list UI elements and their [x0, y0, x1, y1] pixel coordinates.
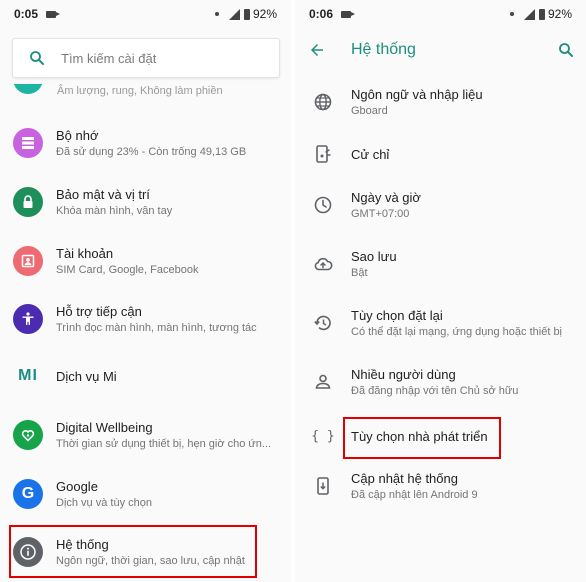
- settings-item-storage[interactable]: Bộ nhớ Đã sử dụng 23% - Còn trống 49,13 …: [0, 115, 291, 171]
- info-icon: [13, 537, 43, 567]
- settings-item-accounts[interactable]: Tài khoản SIM Card, Google, Facebook: [0, 233, 291, 289]
- settings-item-sub: Khóa màn hình, vân tay: [56, 205, 173, 217]
- system-item-developer-options[interactable]: { } Tùy chọn nhà phát triển: [295, 408, 586, 464]
- system-item-sub: Có thể đặt lại mạng, ứng dụng hoặc thiết…: [351, 326, 563, 338]
- google-icon: G: [13, 479, 43, 509]
- system-item-sub: Bật: [351, 267, 368, 279]
- back-arrow-icon[interactable]: [295, 41, 339, 59]
- system-item-gestures[interactable]: Cử chỉ: [295, 126, 586, 182]
- system-item-multiple-users[interactable]: Nhiều người dùng Đã đăng nhập với tên Ch…: [295, 354, 586, 410]
- search-icon[interactable]: [546, 41, 586, 59]
- cloud-upload-icon: [295, 254, 351, 274]
- system-item-language[interactable]: Ngôn ngữ và nhập liệu Gboard: [295, 74, 586, 130]
- system-item-backup[interactable]: Sao lưu Bật: [295, 236, 586, 292]
- sound-icon: [13, 84, 43, 94]
- settings-item-security[interactable]: Bảo mật và vị trí Khóa màn hình, vân tay: [0, 174, 291, 230]
- system-item-title: Ngày và giờ: [351, 190, 421, 205]
- system-item-title: Nhiều người dùng: [351, 367, 456, 382]
- system-item-sub: Gboard: [351, 105, 388, 117]
- settings-item-sub: Ngôn ngữ, thời gian, sao lưu, cập nhật: [56, 555, 245, 567]
- system-panel: 0:06 92% Hệ thống Ngôn ngữ và nhập liệu …: [295, 0, 586, 582]
- settings-item-title: Bộ nhớ: [56, 128, 99, 143]
- settings-item-sub: SIM Card, Google, Facebook: [56, 264, 199, 276]
- accessibility-icon: [13, 304, 43, 334]
- globe-icon: [295, 92, 351, 112]
- settings-item-sub: Dịch vụ và tùy chọn: [56, 497, 152, 509]
- settings-search-bar[interactable]: [12, 38, 280, 78]
- settings-item-digital-wellbeing[interactable]: Digital Wellbeing Thời gian sử dụng thiế…: [0, 407, 291, 463]
- page-title: Hệ thống: [351, 41, 416, 58]
- system-item-date-time[interactable]: Ngày và giờ GMT+07:00: [295, 177, 586, 233]
- system-item-sub: Đã cập nhật lên Android 9: [351, 489, 478, 501]
- account-icon: [13, 246, 43, 276]
- status-time: 0:06: [309, 7, 334, 21]
- search-icon: [13, 49, 61, 67]
- settings-item-title: Hỗ trợ tiếp cận: [56, 304, 142, 319]
- gesture-phone-icon: [295, 144, 351, 164]
- battery-icon: [243, 8, 250, 20]
- sound-item-partial[interactable]: Âm lượng, rung, Không làm phiền: [0, 84, 291, 100]
- wellbeing-icon: [13, 420, 43, 450]
- signal-icon: [228, 8, 240, 20]
- status-bar: 0:05 92%: [0, 0, 291, 28]
- search-input[interactable]: [61, 50, 261, 66]
- settings-item-sub: Trình đọc màn hình, màn hình, tương tác: [56, 322, 257, 334]
- person-icon: [295, 372, 351, 392]
- settings-item-title: Tài khoản: [56, 246, 114, 261]
- settings-item-sub: Thời gian sử dụng thiết bị, hẹn giờ cho …: [56, 438, 272, 450]
- settings-item-title: Bảo mật và vị trí: [56, 187, 150, 202]
- history-icon: [295, 313, 351, 333]
- battery-percent: 92%: [252, 7, 277, 21]
- video-record-icon: [341, 10, 356, 18]
- settings-item-mi-services[interactable]: MI Dịch vụ Mi: [0, 348, 291, 404]
- system-item-title: Ngôn ngữ và nhập liệu: [351, 87, 483, 102]
- clock-icon: [295, 195, 351, 215]
- system-item-title: Cập nhật hệ thống: [351, 471, 458, 486]
- system-item-sub: Đã đăng nhập với tên Chủ sở hữu: [351, 385, 519, 397]
- system-item-title: Tùy chọn nhà phát triển: [351, 428, 488, 444]
- settings-item-accessibility[interactable]: Hỗ trợ tiếp cận Trình đọc màn hình, màn …: [0, 291, 291, 347]
- settings-item-google[interactable]: G Google Dịch vụ và tùy chọn: [0, 466, 291, 522]
- braces-icon: { }: [311, 428, 335, 444]
- status-time: 0:05: [14, 7, 39, 21]
- battery-percent: 92%: [547, 7, 572, 21]
- settings-item-title: Dịch vụ Mi: [56, 368, 117, 384]
- system-item-system-update[interactable]: Cập nhật hệ thống Đã cập nhật lên Androi…: [295, 458, 586, 514]
- system-item-title: Cử chỉ: [351, 146, 390, 162]
- system-item-reset[interactable]: Tùy chọn đặt lại Có thể đặt lại mạng, ứn…: [295, 295, 586, 351]
- settings-item-title: Google: [56, 479, 98, 494]
- notification-dot-icon: [509, 12, 514, 16]
- battery-icon: [538, 8, 545, 20]
- video-record-icon: [46, 10, 61, 18]
- storage-icon: [13, 128, 43, 158]
- sound-item-sub: Âm lượng, rung, Không làm phiền: [57, 85, 223, 97]
- settings-item-sub: Đã sử dụng 23% - Còn trống 49,13 GB: [56, 146, 247, 158]
- notification-dot-icon: [214, 12, 219, 16]
- app-toolbar: Hệ thống: [295, 28, 586, 72]
- system-item-title: Tùy chọn đặt lại: [351, 308, 443, 323]
- status-bar: 0:06 92%: [295, 0, 586, 28]
- settings-panel: 0:05 92% Âm lượng, rung, Không làm phiền…: [0, 0, 291, 582]
- mi-icon: MI: [18, 367, 38, 384]
- settings-item-title: Digital Wellbeing: [56, 420, 153, 435]
- system-item-sub: GMT+07:00: [351, 208, 410, 220]
- settings-item-system[interactable]: Hệ thống Ngôn ngữ, thời gian, sao lưu, c…: [0, 524, 291, 580]
- settings-item-title: Hệ thống: [56, 537, 109, 552]
- lock-icon: [13, 187, 43, 217]
- system-update-icon: [295, 476, 351, 496]
- system-item-title: Sao lưu: [351, 249, 397, 264]
- signal-icon: [523, 8, 535, 20]
